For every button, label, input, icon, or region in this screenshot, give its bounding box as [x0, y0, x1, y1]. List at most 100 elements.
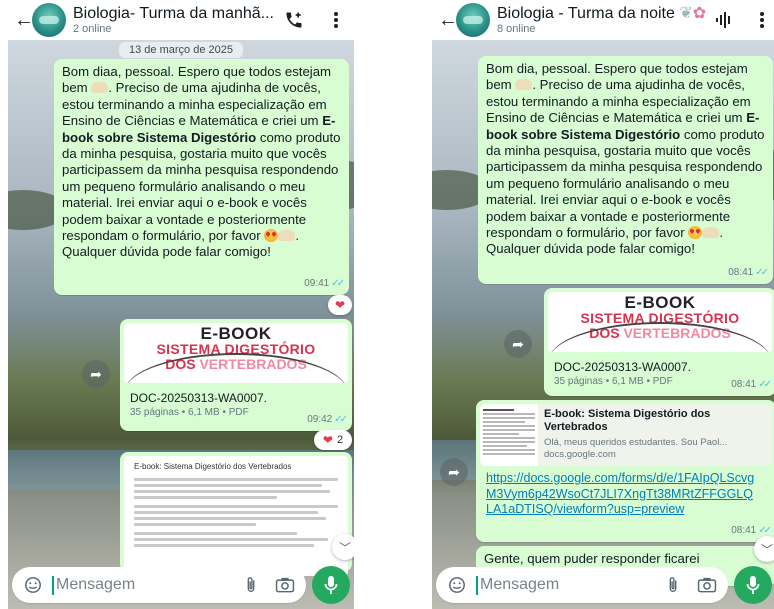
chat-title: Biologia- Turma da manhã... — [73, 5, 274, 22]
forward-icon[interactable]: ➦ — [82, 360, 110, 388]
message-bubble[interactable]: Bom diaa, pessoal. Espero que todos este… — [54, 59, 349, 295]
forward-icon[interactable]: ➦ — [440, 458, 468, 486]
document-meta: 35 páginas • 6,1 MB • PDF — [554, 376, 673, 387]
heart-reaction-icon: ❤ — [322, 433, 333, 447]
preview-line — [134, 484, 322, 487]
document-message[interactable]: E-BOOK SISTEMA DIGESTÓRIO DOS VERTEBRADO… — [544, 288, 774, 396]
scroll-down-icon[interactable]: ﹀ — [332, 534, 354, 560]
mic-icon — [746, 576, 760, 594]
text-cursor — [52, 575, 54, 595]
reaction-badge[interactable]: ❤ 2 — [314, 430, 352, 450]
thumb-line — [483, 413, 535, 415]
chat-title: Biologia - Turma da noite ❦✿ — [497, 4, 710, 23]
online-count: 2 online — [73, 23, 112, 35]
thumb-line — [483, 425, 535, 427]
chat-screen-morning: ← Biologia- Turma da manhã... 2 online 1… — [8, 0, 354, 609]
more-vert-icon[interactable] — [748, 6, 774, 34]
sprout-emoji-icon: ✿ — [692, 5, 707, 22]
thumb-line — [483, 421, 525, 423]
message-time: 08:41 — [731, 524, 757, 536]
form-link[interactable]: https://docs.google.com/forms/d/e/1FAIpQ… — [486, 471, 756, 518]
message-input[interactable]: Mensagem — [12, 567, 306, 603]
thumb-line — [483, 417, 535, 419]
praying-hands-emoji-icon — [91, 82, 109, 94]
document-message[interactable]: E-BOOK SISTEMA DIGESTÓRIO DOS VERTEBRADO… — [120, 319, 352, 431]
group-avatar[interactable] — [32, 3, 66, 37]
preview-title: E-book: Sistema Digestório dos Vertebrad… — [134, 462, 292, 471]
cover-line-1: E-BOOK — [624, 293, 696, 312]
link-thumbnail — [480, 404, 538, 466]
text-cursor — [476, 575, 478, 595]
preview-line — [134, 523, 257, 526]
message-time: 08:41 — [731, 378, 757, 390]
read-ticks-icon: ✓✓ — [331, 277, 345, 289]
emoji-icon[interactable] — [22, 574, 44, 596]
online-count: 8 online — [497, 23, 536, 35]
read-ticks-icon: ✓✓ — [755, 266, 769, 278]
message-text: como produto da minha pesquisa, gostaria… — [486, 126, 765, 241]
chat-title-block[interactable]: Biologia - Turma da noite ❦✿ 8 online — [497, 4, 710, 36]
reaction-count: 2 — [336, 434, 344, 446]
preview-line — [134, 544, 314, 547]
praying-hands-emoji-icon — [278, 230, 296, 242]
document-preview-message[interactable]: E-book: Sistema Digestório dos Vertebrad… — [120, 452, 352, 576]
ebook-cover[interactable]: E-BOOK SISTEMA DIGESTÓRIO DOS VERTEBRADO… — [548, 292, 772, 352]
link-title: E-book: Sistema Digestório dos Vertebrad… — [544, 408, 711, 433]
mic-button[interactable] — [734, 566, 772, 604]
heart-eyes-emoji-icon — [688, 226, 703, 240]
document-page-preview[interactable]: E-book: Sistema Digestório dos Vertebrad… — [124, 456, 348, 576]
message-placeholder: Mensagem — [480, 576, 560, 593]
thumb-line — [483, 437, 535, 439]
document-meta: 35 páginas • 6,1 MB • PDF — [130, 407, 249, 418]
attach-icon[interactable] — [240, 574, 262, 596]
read-ticks-icon: ✓✓ — [334, 413, 348, 425]
preview-line — [134, 496, 277, 499]
thumb-line — [483, 445, 528, 447]
message-time: 09:42 — [307, 413, 333, 425]
preview-line — [134, 505, 338, 508]
message-meta: 08:41 ✓✓ — [728, 265, 769, 281]
voice-chat-icon[interactable] — [710, 6, 738, 34]
chat-header: ← Biologia- Turma da manhã... 2 online — [8, 0, 354, 40]
preview-line — [134, 517, 326, 520]
chat-title-block[interactable]: Biologia- Turma da manhã... 2 online — [73, 4, 280, 36]
heart-reaction-icon: ❤ — [334, 298, 346, 312]
heart-eyes-emoji-icon — [264, 229, 279, 243]
reaction-badge[interactable]: ❤ — [328, 295, 352, 315]
preview-line — [134, 532, 298, 535]
link-message[interactable]: E-book: Sistema Digestório dos Vertebrad… — [476, 400, 774, 542]
message-meta: 09:42 ✓✓ — [307, 412, 348, 428]
chat-header: ← Biologia - Turma da noite ❦✿ 8 online — [432, 0, 774, 40]
scroll-down-icon[interactable]: ﹀ — [754, 536, 774, 562]
chat-screen-night: ← Biologia - Turma da noite ❦✿ 8 online … — [432, 0, 774, 609]
link-description: Olá, meus queridos estudantes. Sou Paol.… — [544, 437, 728, 460]
message-bubble[interactable]: Bom dia, pessoal. Espero que todos estej… — [478, 56, 773, 284]
group-avatar[interactable] — [456, 3, 490, 37]
back-arrow-icon[interactable]: ← — [438, 10, 458, 30]
preview-line — [134, 490, 330, 493]
ebook-cover[interactable]: E-BOOK SISTEMA DIGESTÓRIO DOS VERTEBRADO… — [124, 323, 348, 383]
chat-wallpaper: 13 de março de 2025 Bom diaa, pessoal. E… — [8, 40, 354, 609]
message-time: 09:41 — [304, 277, 330, 289]
cover-line-1: E-BOOK — [200, 324, 272, 343]
more-vert-icon[interactable] — [322, 6, 350, 34]
back-arrow-icon[interactable]: ← — [14, 10, 34, 30]
attach-icon[interactable] — [662, 574, 684, 596]
message-placeholder: Mensagem — [56, 576, 136, 593]
mic-button[interactable] — [312, 566, 350, 604]
praying-hands-emoji-icon — [515, 79, 533, 91]
emoji-icon[interactable] — [446, 574, 468, 596]
date-chip: 13 de março de 2025 — [119, 42, 243, 58]
thumb-line — [483, 453, 535, 455]
link-preview-card[interactable]: E-book: Sistema Digestório dos Vertebrad… — [480, 404, 772, 466]
forward-icon[interactable]: ➦ — [504, 330, 532, 358]
document-filename: DOC-20250313-WA0007. — [554, 360, 691, 374]
add-call-icon[interactable] — [280, 6, 308, 34]
message-input[interactable]: Mensagem — [436, 567, 728, 603]
thumb-line — [483, 449, 535, 451]
camera-icon[interactable] — [274, 574, 296, 596]
thumb-line — [483, 409, 515, 411]
camera-icon[interactable] — [696, 574, 718, 596]
read-ticks-icon: ✓✓ — [758, 524, 772, 536]
syringe-emoji-icon: ❦ — [679, 5, 693, 22]
